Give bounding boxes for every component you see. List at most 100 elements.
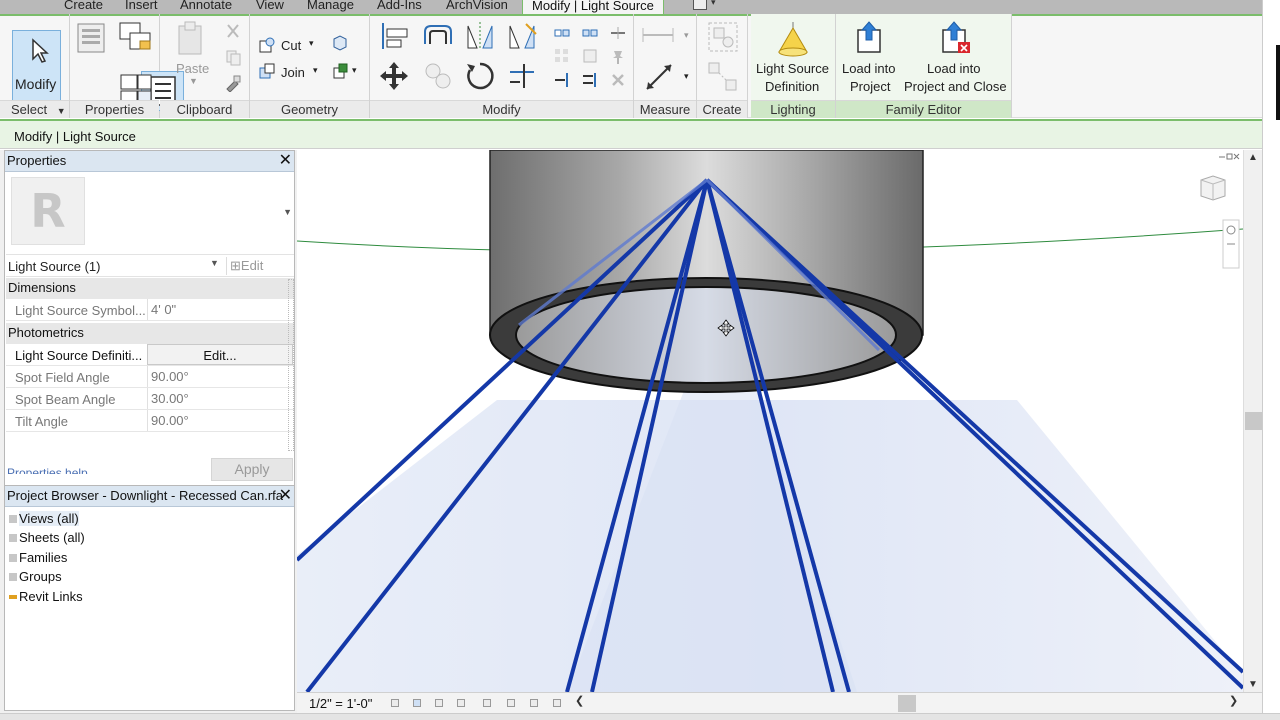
tab-create[interactable]: Create [64,0,103,14]
tab-view[interactable]: View [256,0,284,14]
trim-extend-icon[interactable] [506,60,538,92]
tree-item-views[interactable]: Views (all) [9,511,79,530]
delete-icon[interactable] [609,71,627,89]
tab-annotate[interactable]: Annotate [180,0,232,14]
align-icon[interactable] [378,20,410,52]
property-row[interactable]: Light Source Symbol... 4' 0" [6,299,294,321]
chevron-down-icon[interactable]: ▾ [711,0,716,8]
scale-icon[interactable] [581,47,599,65]
copy-element-icon[interactable] [422,60,454,92]
type-selector[interactable]: R ▼ [6,173,294,255]
instance-filter[interactable]: Light Source (1) ▼ ⊞Edit Type [6,255,294,290]
create-similar-icon[interactable] [706,60,740,94]
sun-path-icon[interactable] [435,699,443,707]
reveal-hidden-icon[interactable] [507,699,515,707]
copy-icon[interactable] [224,48,242,66]
cut-label[interactable]: Cut [281,38,301,53]
properties-help-link[interactable]: Properties help [7,466,88,474]
property-row[interactable]: Spot Field Angle 90.00° [6,366,294,388]
scroll-down-icon[interactable]: ▼ [1248,679,1258,690]
aligned-dimension-icon[interactable] [642,60,676,94]
group-photometrics[interactable]: Photometrics [6,323,294,344]
rotate-icon[interactable] [464,60,496,92]
tab-insert[interactable]: Insert [125,0,158,14]
wall-joins-icon[interactable] [331,34,349,52]
split-face-icon[interactable] [331,62,349,80]
mirror-draw-axis-icon[interactable] [506,20,538,52]
type-properties-icon[interactable] [73,19,111,57]
tree-item-sheets[interactable]: Sheets (all) [9,530,85,549]
close-icon[interactable]: ✕ [279,151,292,171]
detail-level-icon[interactable] [391,699,399,707]
light-source-definition-edit-button[interactable]: Edit... [147,344,293,365]
crop-view-icon[interactable] [530,699,538,707]
vertical-scrollbar[interactable]: ▲ ▼ [1243,150,1262,692]
tab-modify-light-source[interactable]: Modify | Light Source [522,0,664,14]
move-icon[interactable] [378,60,410,92]
property-row[interactable]: Tilt Angle 90.00° [6,410,294,432]
offset-icon[interactable] [422,20,454,52]
chevron-down-icon[interactable]: ▼ [210,258,219,268]
view-scale[interactable]: 1/2" = 1'-0" [309,696,372,711]
tree-item-groups[interactable]: Groups [9,569,62,588]
analytical-model-icon[interactable] [553,699,561,707]
chevron-down-icon[interactable]: ▼ [283,207,292,217]
load-into-project-and-close-button[interactable]: Load into Project and Close [902,18,1012,98]
tab-archvision[interactable]: ArchVision [446,0,508,14]
apply-button[interactable]: Apply [211,458,293,481]
light-source-definition-button[interactable]: Light Source Definition [751,18,836,98]
copy-small-icon[interactable] [581,24,599,42]
select-dropdown[interactable]: Select ▼ [0,100,69,118]
split-element-icon[interactable] [609,24,627,42]
scroll-left-icon[interactable]: ❮ [575,694,584,707]
join-geometry-icon[interactable] [258,62,276,80]
navigation-bar[interactable] [1222,219,1240,269]
scroll-up-icon[interactable]: ▲ [1248,152,1258,163]
view-cube-icon[interactable] [1200,175,1226,201]
scrollbar-thumb[interactable] [1245,412,1262,430]
trim-single-icon[interactable] [553,71,571,89]
restore-view-icon[interactable] [1226,153,1233,160]
cut-icon[interactable] [224,22,242,40]
move-small-icon[interactable] [553,24,571,42]
array-icon[interactable] [553,47,571,65]
close-icon[interactable]: ✕ [279,486,292,506]
edit-type-button[interactable]: ⊞Edit Type [226,257,293,290]
properties-title-bar[interactable]: Properties ✕ [5,151,294,172]
panel-toggle-icon[interactable] [693,0,707,10]
join-label[interactable]: Join [281,65,305,80]
property-row[interactable]: Spot Beam Angle 30.00° [6,388,294,410]
tree-item-revit-links[interactable]: Revit Links [9,589,83,608]
view-window-controls[interactable] [1219,153,1240,160]
light-fixture-3d-view[interactable] [297,150,1243,692]
visual-style-icon[interactable] [413,699,421,707]
scroll-right-icon[interactable]: ❯ [1229,694,1238,707]
family-types-icon[interactable] [116,19,154,57]
pin-icon[interactable] [609,47,627,65]
horizontal-scrollbar-thumb[interactable] [898,695,916,712]
tree-item-families[interactable]: Families [9,550,67,569]
property-value[interactable]: 30.00° [147,388,293,409]
property-value[interactable]: 90.00° [147,366,293,387]
properties-scrollbar[interactable] [288,279,294,451]
measure-between-references-icon[interactable] [640,24,676,46]
cut-geometry-icon[interactable] [258,36,276,54]
drawing-canvas[interactable] [297,150,1243,692]
tab-add-ins[interactable]: Add-Ins [377,0,422,14]
temporary-hide-icon[interactable] [483,699,491,707]
group-dimensions[interactable]: Dimensions [6,278,294,299]
close-view-icon[interactable] [1233,153,1240,160]
create-group-icon[interactable] [706,20,740,54]
paste-icon[interactable] [176,20,206,56]
modify-button[interactable]: Modify [12,30,61,110]
property-value[interactable]: 90.00° [147,410,293,431]
mirror-pick-axis-icon[interactable] [464,20,496,52]
project-browser-title-bar[interactable]: Project Browser - Downlight - Recessed C… [5,486,294,507]
load-into-project-button[interactable]: Load into Project [836,18,902,98]
property-value[interactable]: 4' 0" [147,299,293,320]
match-properties-icon[interactable] [224,74,242,92]
shadows-icon[interactable] [457,699,465,707]
tab-manage[interactable]: Manage [307,0,354,14]
property-row[interactable]: Light Source Definiti... Edit... [6,344,294,366]
trim-multiple-icon[interactable] [581,71,599,89]
